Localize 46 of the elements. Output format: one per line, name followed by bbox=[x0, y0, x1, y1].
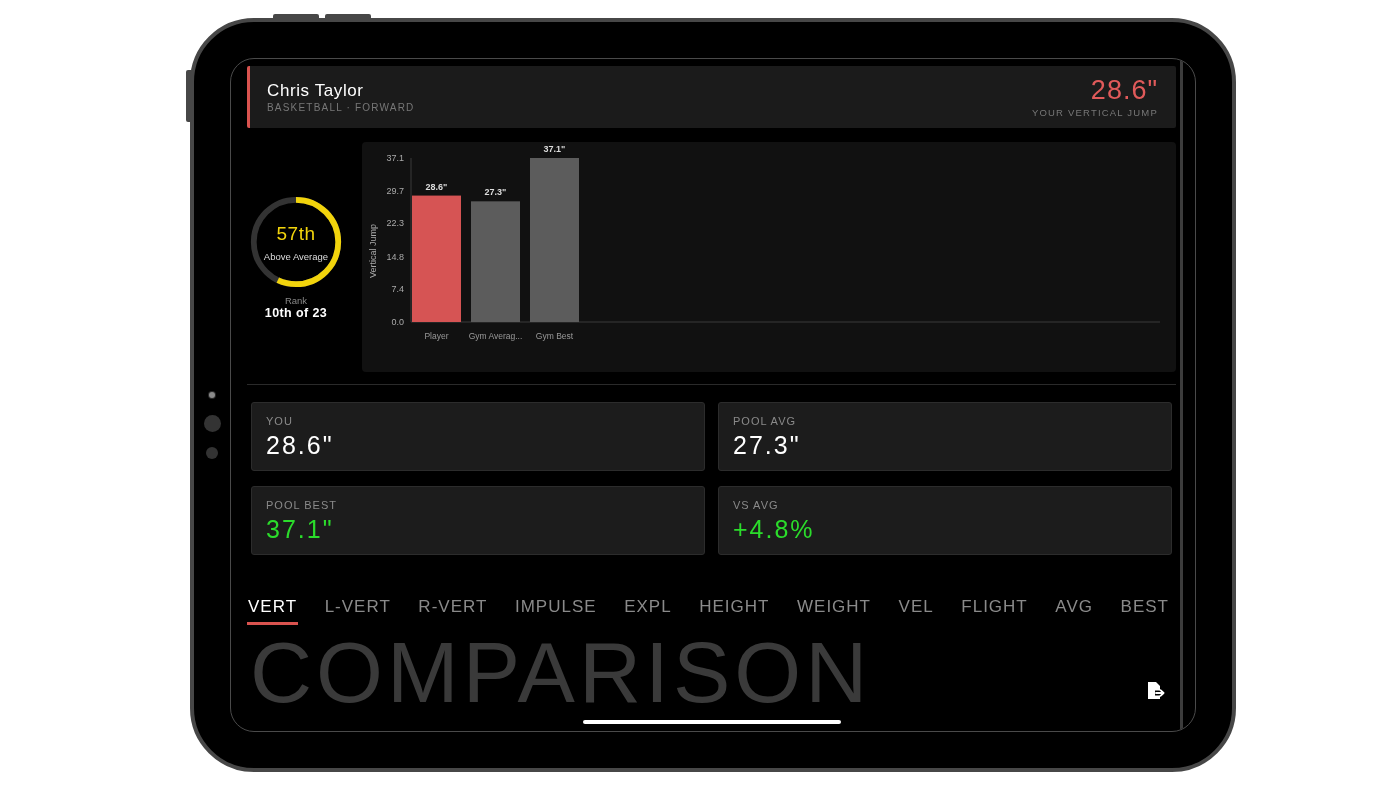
stat-value: 37.1" bbox=[266, 515, 335, 543]
axis-tick-label: 37.1 bbox=[386, 153, 404, 163]
stat-label: POOL AVG bbox=[733, 415, 798, 428]
axis-tick-label: 7.4 bbox=[391, 284, 404, 295]
category-label: Gym Best bbox=[535, 331, 574, 341]
percentile-value: 57th bbox=[276, 222, 316, 245]
export-icon[interactable] bbox=[1147, 682, 1165, 700]
player-position: BASKETBALL · FORWARD bbox=[267, 101, 415, 114]
metric-tab[interactable]: VEL bbox=[897, 597, 935, 625]
axis-tick-label: 0.0 bbox=[391, 317, 404, 327]
stat-label: POOL BEST bbox=[266, 499, 338, 512]
stat-value: +4.8% bbox=[733, 515, 816, 543]
value-label: 27.3" bbox=[484, 187, 507, 198]
side-button[interactable] bbox=[186, 70, 191, 122]
player-name: Chris Taylor bbox=[267, 80, 365, 101]
value-label: 28.6" bbox=[425, 181, 448, 192]
metric-tab[interactable]: IMPULSE bbox=[513, 597, 598, 625]
category-label: Gym Averag... bbox=[468, 331, 523, 341]
metric-tab[interactable]: BEST bbox=[1119, 597, 1170, 625]
metric-tab[interactable]: HEIGHT bbox=[698, 597, 771, 625]
metric-tab[interactable]: R-VERT bbox=[417, 597, 489, 625]
stat-value: 28.6" bbox=[266, 431, 335, 459]
stat-value: 27.3" bbox=[733, 431, 802, 459]
metric-tab[interactable]: VERT bbox=[247, 597, 299, 625]
metric-tab[interactable]: L-VERT bbox=[323, 597, 392, 625]
jump-score: 28.6" bbox=[1089, 76, 1158, 104]
axis-tick-label: 14.8 bbox=[386, 251, 404, 262]
metric-tab[interactable]: WEIGHT bbox=[796, 597, 872, 625]
axis-tick-label: 29.7 bbox=[386, 185, 404, 196]
percentile-label: Above Average bbox=[263, 250, 329, 263]
metric-tab[interactable]: FLIGHT bbox=[960, 597, 1029, 625]
stat-label: YOU bbox=[266, 415, 294, 428]
axis-tick-label: 22.3 bbox=[386, 218, 404, 229]
section-title: COMPARISON bbox=[250, 629, 872, 715]
category-label: Player bbox=[424, 331, 449, 341]
metric-tab[interactable]: EXPL bbox=[623, 597, 673, 625]
rank-label: Rank bbox=[284, 294, 308, 306]
camera-lens bbox=[209, 392, 215, 398]
axis-title: Vertical Jump bbox=[368, 224, 378, 278]
stat-label: VS AVG bbox=[733, 499, 780, 512]
volume-button[interactable] bbox=[325, 14, 371, 19]
volume-button[interactable] bbox=[273, 14, 319, 19]
metric-tab[interactable]: AVG bbox=[1054, 597, 1094, 625]
score-label: YOUR VERTICAL JUMP bbox=[1031, 107, 1158, 118]
value-label: 37.1" bbox=[543, 144, 566, 154]
rank-value: 10th of 23 bbox=[264, 305, 328, 321]
